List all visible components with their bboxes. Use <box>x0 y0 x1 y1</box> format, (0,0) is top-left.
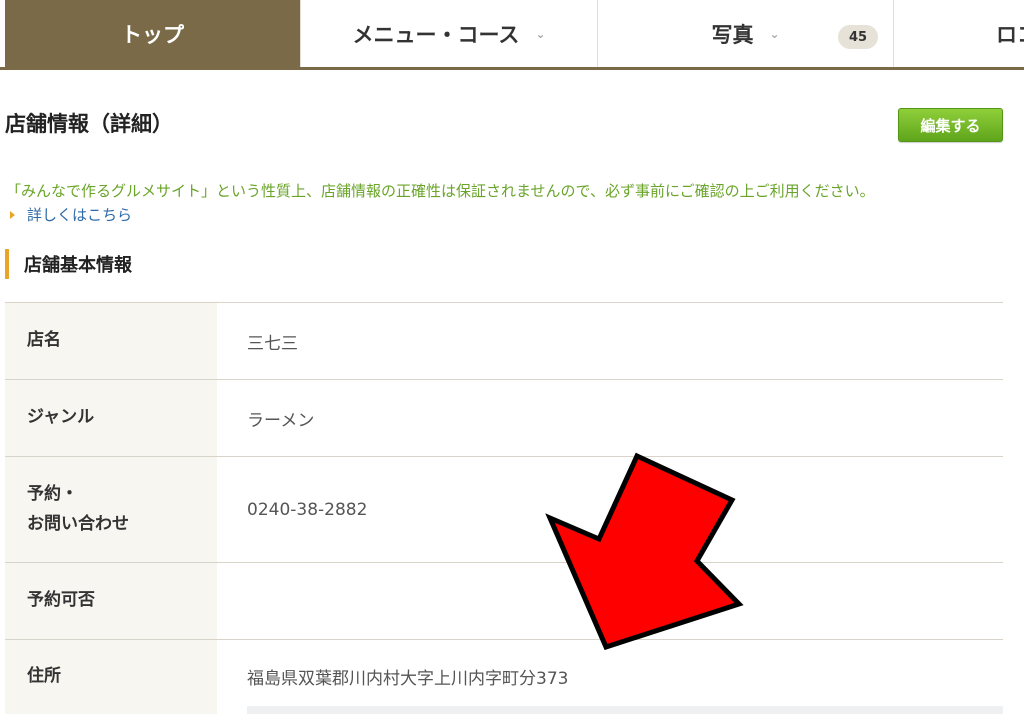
tab-top-label: トップ <box>121 22 184 47</box>
tab-navigation: トップ メニュー・コース ⌄ 写真 ⌄ 45 ロコ <box>0 0 1024 70</box>
row-label: 予約可否 <box>5 563 217 639</box>
page-title: 店舗情報（詳細） <box>5 112 173 136</box>
table-row-address: 住所 福島県双葉郡川内村大字上川内字町分373 <box>5 639 1003 714</box>
row-label: 住所 <box>5 640 217 714</box>
triangle-right-icon <box>10 210 15 219</box>
red-arrow-annotation <box>545 452 744 650</box>
row-label: ジャンル <box>5 380 217 456</box>
map-preview[interactable] <box>247 706 1003 714</box>
section-title: 店舗基本情報 <box>5 249 132 279</box>
table-row-genre: ジャンル ラーメン <box>5 379 1003 456</box>
table-row-reservation: 予約可否 <box>5 562 1003 639</box>
row-label-line2: お問い合わせ <box>27 513 129 534</box>
row-label: 店名 <box>5 303 217 379</box>
table-row-name: 店名 三七三 <box>5 302 1003 379</box>
details-link[interactable]: 詳しくはこちら <box>10 204 132 225</box>
details-link-label: 詳しくはこちら <box>27 206 133 224</box>
table-row-contact: 予約・ お問い合わせ 0240-38-2882 <box>5 456 1003 562</box>
accuracy-notice: 「みんなで作るグルメサイト」という性質上、店舗情報の正確性は保証されませんので、… <box>6 182 875 200</box>
row-value: 三七三 <box>247 333 298 354</box>
tab-menu-course[interactable]: メニュー・コース ⌄ <box>301 0 598 67</box>
photo-count-badge: 45 <box>838 25 878 49</box>
tab-reviews-label: ロコ <box>996 22 1024 47</box>
tab-photos-label: 写真 <box>711 22 754 47</box>
tab-reviews[interactable]: ロコ <box>894 0 1024 67</box>
chevron-down-icon: ⌄ <box>535 26 546 41</box>
phone-number[interactable]: 0240-38-2882 <box>247 457 367 562</box>
row-value: ラーメン <box>247 410 315 431</box>
row-label: 予約・ お問い合わせ <box>5 457 217 562</box>
tab-top[interactable]: トップ <box>5 0 301 67</box>
row-value: 福島県双葉郡川内村大字上川内字町分373 <box>247 669 569 689</box>
chevron-down-icon: ⌄ <box>769 26 780 41</box>
tab-menu-course-label: メニュー・コース <box>352 22 520 47</box>
edit-button[interactable]: 編集する <box>898 108 1003 142</box>
row-label-line1: 予約・ <box>27 483 78 504</box>
